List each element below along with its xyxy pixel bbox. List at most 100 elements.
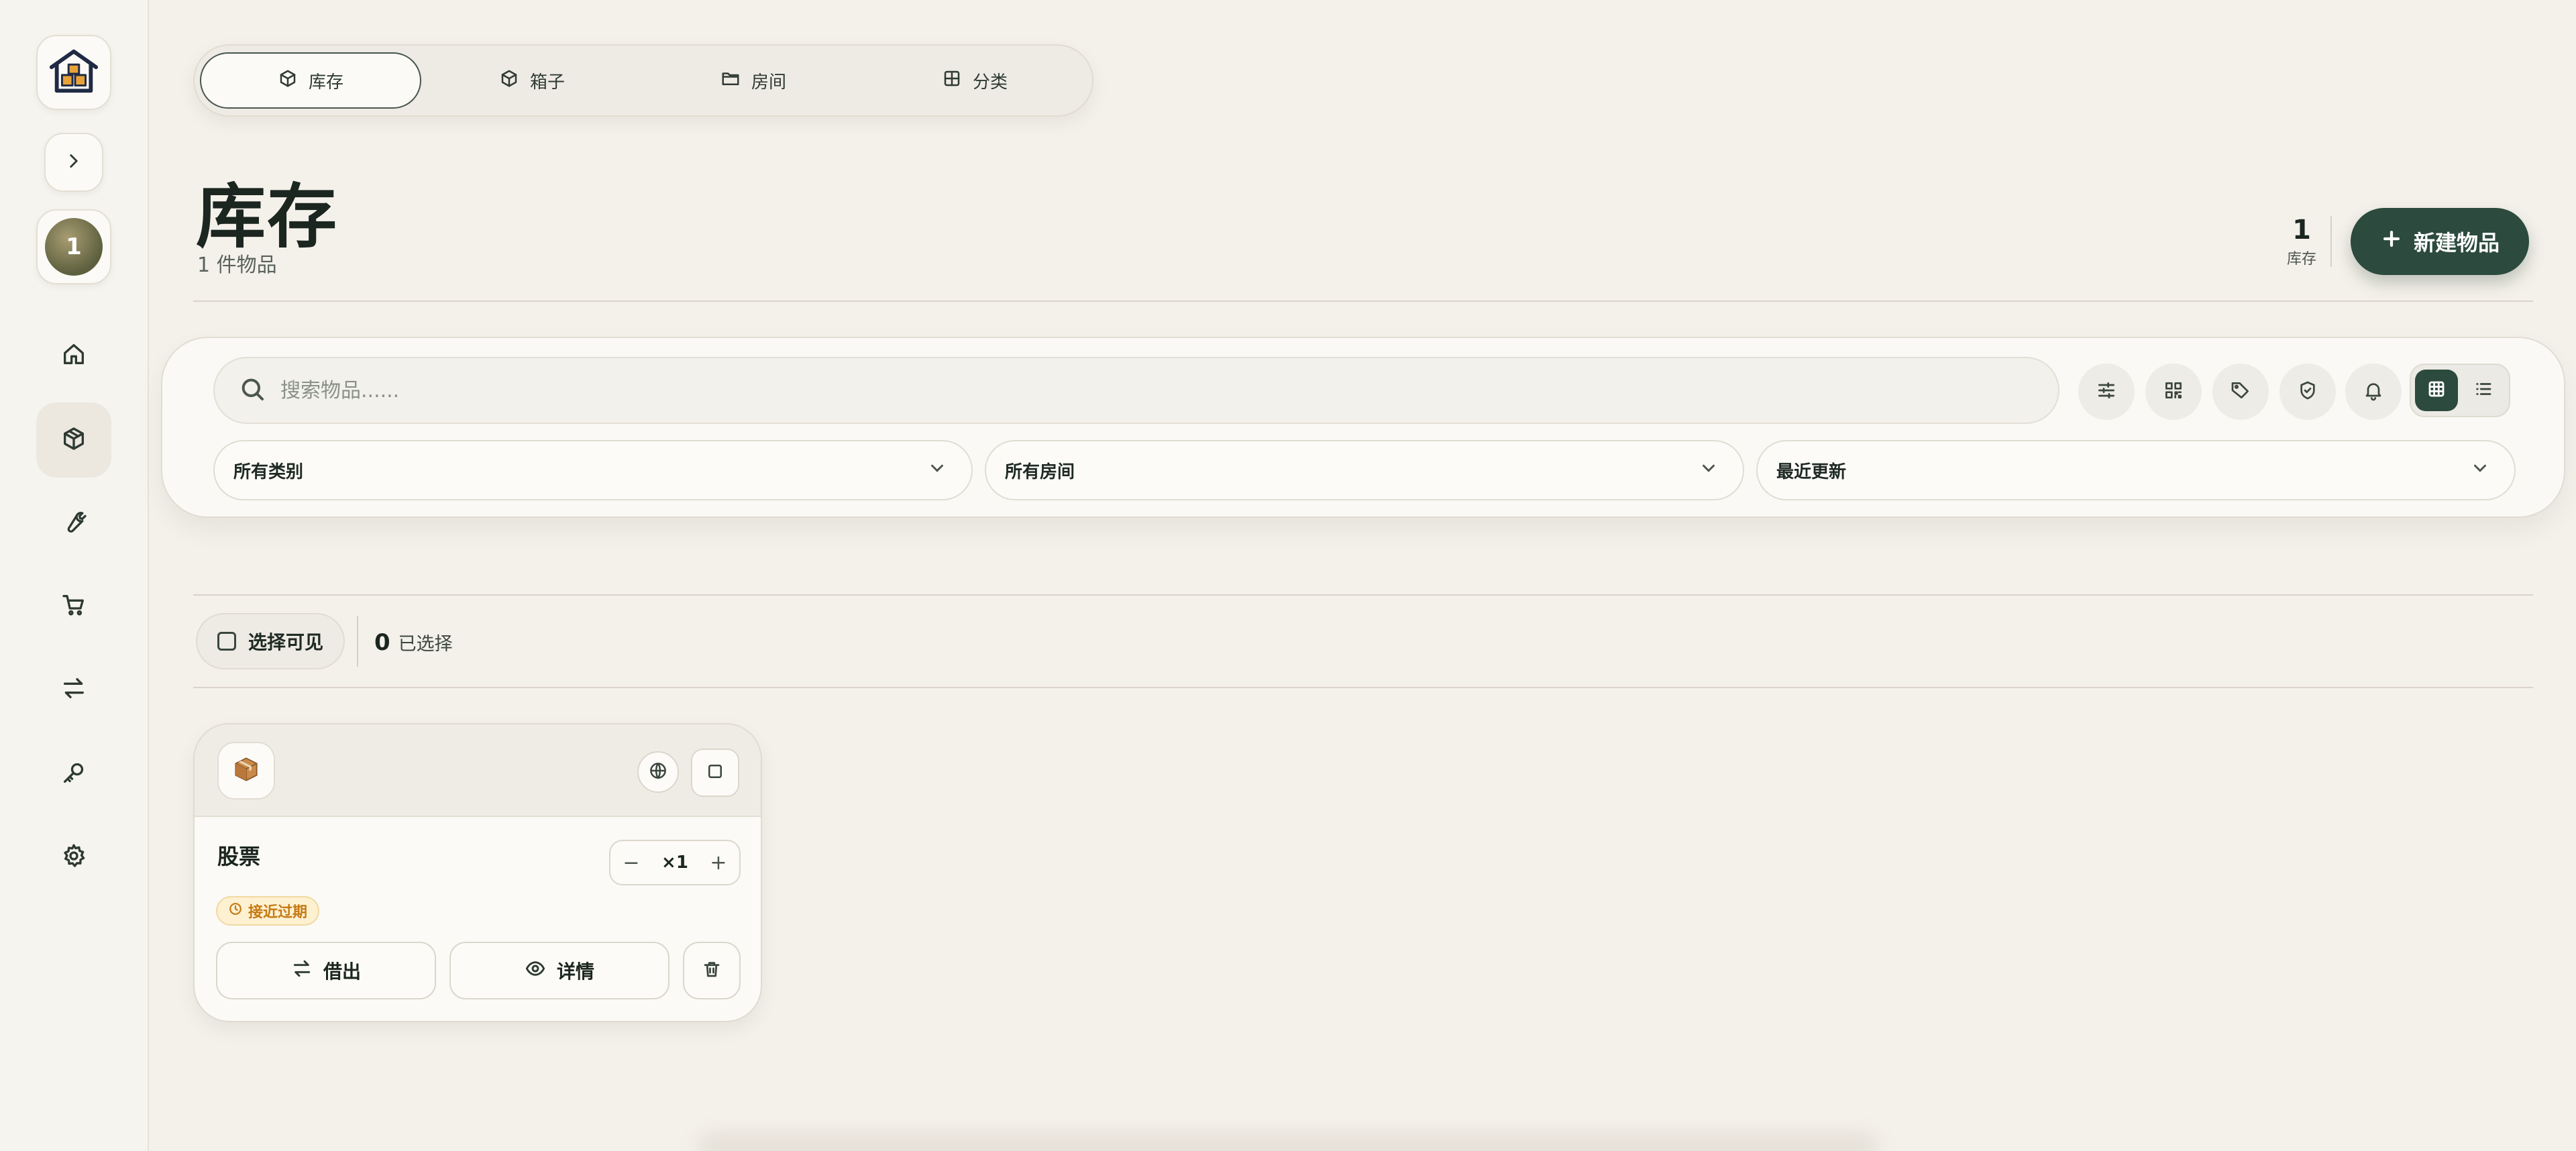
gear-icon <box>60 842 87 872</box>
item-card: 股票 − ×1 + 接近过期 借出 详情 <box>193 723 762 1022</box>
chevron-down-icon <box>2470 458 2490 483</box>
tags-button[interactable] <box>2212 364 2269 420</box>
selected-count: 0 已选择 <box>374 629 453 656</box>
selected-count-label: 已选择 <box>398 634 453 655</box>
bell-icon <box>2363 380 2384 404</box>
warranty-button[interactable] <box>2279 364 2336 420</box>
item-name: 股票 <box>217 844 261 869</box>
chevron-down-icon <box>927 458 947 483</box>
search-icon <box>239 376 266 405</box>
room-select[interactable]: 所有房间 <box>985 440 1744 500</box>
grid-view-icon <box>2426 379 2447 402</box>
stat-divider <box>2330 216 2332 267</box>
shield-check-icon <box>2297 380 2318 404</box>
sidebar-item-tools[interactable] <box>36 486 111 561</box>
inventory-stat: 1 库存 <box>2278 215 2325 268</box>
box-icon <box>499 68 519 93</box>
sidebar-item-home[interactable] <box>36 318 111 393</box>
selected-count-value: 0 <box>374 629 390 656</box>
quantity-stepper: − ×1 + <box>609 840 741 885</box>
item-public-button[interactable] <box>637 751 679 793</box>
chevron-down-icon <box>1699 458 1719 483</box>
cart-icon <box>60 592 87 621</box>
sidebar-item-shopping[interactable] <box>36 569 111 644</box>
tab-inventory[interactable]: 库存 <box>200 52 421 109</box>
sidebar-item-lending[interactable] <box>36 652 111 727</box>
tab-label: 分类 <box>972 72 1008 93</box>
folder-icon <box>720 68 741 93</box>
home-icon <box>60 341 87 370</box>
stat-label: 库存 <box>2286 251 2316 268</box>
sort-select[interactable]: 最近更新 <box>1756 440 2516 500</box>
details-label: 详情 <box>556 961 594 983</box>
swap-icon <box>60 675 87 704</box>
sidebar-collapse-button[interactable] <box>44 133 103 192</box>
plus-icon <box>2380 227 2403 256</box>
bottom-dock-shadow <box>698 1134 1878 1151</box>
list-view-button[interactable] <box>2462 370 2505 411</box>
sidebar: 1 <box>0 0 149 1151</box>
user-avatar-button[interactable]: 1 <box>36 209 111 284</box>
new-item-button[interactable]: 新建物品 <box>2351 208 2529 275</box>
tab-label: 箱子 <box>529 72 565 93</box>
quantity-value: ×1 <box>661 853 688 873</box>
eye-icon <box>525 958 546 984</box>
sort-select-value: 最近更新 <box>1776 461 1847 482</box>
checkbox-icon <box>705 761 725 784</box>
item-thumbnail[interactable] <box>217 742 275 800</box>
grid-view-button[interactable] <box>2415 370 2458 411</box>
sidebar-item-settings[interactable] <box>36 820 111 895</box>
lend-label: 借出 <box>323 961 361 983</box>
select-visible-button[interactable]: 选择可见 <box>196 613 345 669</box>
grid-icon <box>942 68 962 93</box>
selection-divider-bottom <box>193 687 2533 688</box>
room-select-value: 所有房间 <box>1005 461 1075 482</box>
logo-button[interactable] <box>36 35 111 110</box>
box-icon <box>60 425 87 455</box>
qr-scan-button[interactable] <box>2145 364 2202 420</box>
app-root: 1 库存 箱子 房间 分类 库存 1 件物品 1 库存 新建物品 搜索物品...… <box>0 0 2576 1151</box>
status-badge-label: 接近过期 <box>248 904 308 921</box>
tab-categories[interactable]: 分类 <box>864 52 1085 109</box>
swap-icon <box>291 958 313 984</box>
tab-rooms[interactable]: 房间 <box>643 52 864 109</box>
filter-settings-button[interactable] <box>2078 364 2135 420</box>
tab-boxes[interactable]: 箱子 <box>421 52 643 109</box>
sliders-icon <box>2096 380 2117 404</box>
reminders-button[interactable] <box>2345 364 2402 420</box>
search-input[interactable] <box>280 378 1957 402</box>
box-icon <box>278 68 298 93</box>
tab-label: 库存 <box>308 72 343 93</box>
category-select[interactable]: 所有类别 <box>213 440 973 500</box>
sidebar-item-inventory[interactable] <box>36 402 111 478</box>
qr-code-icon <box>2163 380 2184 404</box>
delete-button[interactable] <box>683 942 741 999</box>
chevron-right-icon <box>62 150 85 175</box>
trash-icon <box>702 959 722 982</box>
select-visible-label: 选择可见 <box>248 631 323 653</box>
clock-icon <box>228 901 243 920</box>
page-title: 库存 <box>196 176 339 258</box>
details-button[interactable]: 详情 <box>449 942 669 999</box>
avatar: 1 <box>45 218 103 276</box>
stat-value: 1 <box>2292 215 2311 245</box>
category-select-value: 所有类别 <box>233 461 304 482</box>
tag-icon <box>2230 380 2251 404</box>
checkbox-icon <box>217 632 236 651</box>
sidebar-item-keys[interactable] <box>36 736 111 812</box>
header-divider <box>193 300 2533 302</box>
item-select-checkbox[interactable] <box>691 749 739 797</box>
filter-panel: 所有类别 所有房间 最近更新 <box>161 337 2565 518</box>
selection-divider-top <box>193 594 2533 596</box>
warehouse-icon <box>48 45 100 100</box>
selection-divider <box>357 616 358 667</box>
key-icon <box>60 759 87 789</box>
page-subtitle: 1 件物品 <box>197 254 277 277</box>
lend-button[interactable]: 借出 <box>216 942 436 999</box>
search-box[interactable] <box>213 357 2059 424</box>
view-toggle <box>2410 364 2510 417</box>
top-tabbar: 库存 箱子 房间 分类 <box>193 44 1093 117</box>
decrement-button[interactable]: − <box>621 851 641 875</box>
increment-button[interactable]: + <box>708 851 729 875</box>
tab-label: 房间 <box>751 72 786 93</box>
